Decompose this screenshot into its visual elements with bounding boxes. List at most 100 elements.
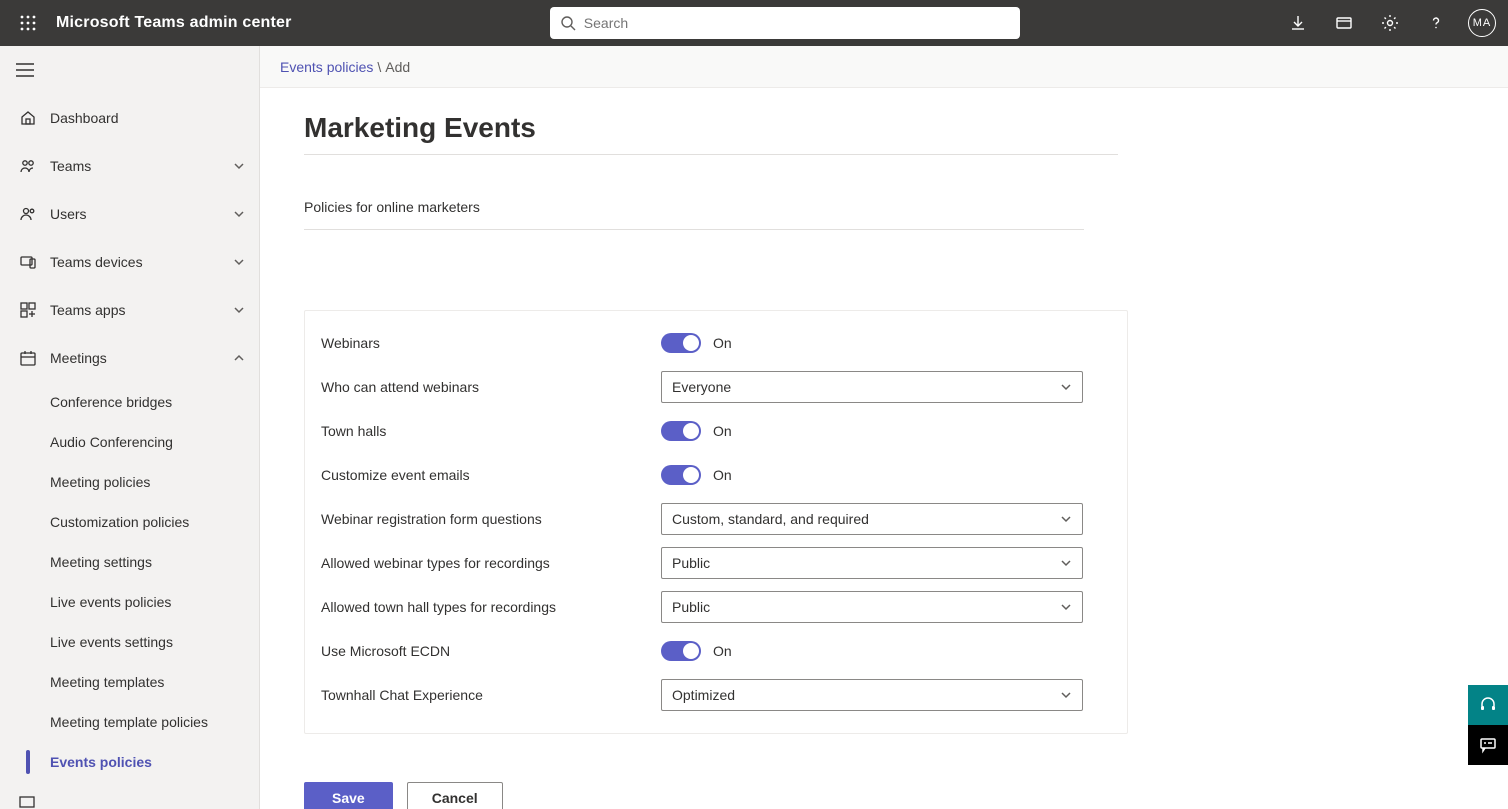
- select-value: Custom, standard, and required: [672, 511, 1060, 527]
- setting-row: Allowed webinar types for recordings Publ…: [321, 541, 1111, 585]
- sidebar-subitem-conference-bridges[interactable]: Conference bridges: [0, 382, 259, 422]
- breadcrumb-separator: \: [377, 59, 381, 75]
- nav-icon: [18, 108, 38, 128]
- sidebar-more: [0, 782, 259, 809]
- sidebar-item-label: Teams: [50, 158, 233, 174]
- breadcrumb-current: Add: [385, 59, 410, 75]
- chevron-down-icon: [1060, 601, 1072, 613]
- sidebar-subitem-meeting-settings[interactable]: Meeting settings: [0, 542, 259, 582]
- setting-row: Townhall Chat Experience Optimized: [321, 673, 1111, 717]
- select-dropdown[interactable]: Optimized: [661, 679, 1083, 711]
- save-button[interactable]: Save: [304, 782, 393, 809]
- setting-row: Webinar registration form questions Custo…: [321, 497, 1111, 541]
- setting-label: Customize event emails: [321, 467, 661, 483]
- download-icon[interactable]: [1278, 0, 1318, 46]
- setting-row: Town halls On: [321, 409, 1111, 453]
- search-icon: [560, 15, 576, 31]
- app-title: Microsoft Teams admin center: [56, 14, 292, 32]
- chevron-down-icon: [233, 160, 245, 172]
- settings-gear-icon[interactable]: [1370, 0, 1410, 46]
- select-dropdown[interactable]: Everyone: [661, 371, 1083, 403]
- help-icon[interactable]: [1416, 0, 1456, 46]
- sidebar-subitem-live-events-settings[interactable]: Live events settings: [0, 622, 259, 662]
- sidebar-subitem-meeting-template-policies[interactable]: Meeting template policies: [0, 702, 259, 742]
- support-headset-icon[interactable]: [1468, 685, 1508, 725]
- sidebar: Dashboard Teams Users Teams devices Teams ap…: [0, 46, 260, 809]
- toggle-switch[interactable]: [661, 333, 701, 353]
- sidebar-subitem-meeting-templates[interactable]: Meeting templates: [0, 662, 259, 702]
- chevron-down-icon: [1060, 689, 1072, 701]
- setting-label: Allowed webinar types for recordings: [321, 555, 661, 571]
- hamburger-icon[interactable]: [16, 63, 34, 77]
- setting-row: Customize event emails On: [321, 453, 1111, 497]
- setting-label: Use Microsoft ECDN: [321, 643, 661, 659]
- select-dropdown[interactable]: Custom, standard, and required: [661, 503, 1083, 535]
- chevron-up-icon: [233, 352, 245, 364]
- nav-icon: [18, 348, 38, 368]
- select-value: Public: [672, 555, 1060, 571]
- setting-label: Allowed town hall types for recordings: [321, 599, 661, 615]
- sidebar-subitem-customization-policies[interactable]: Customization policies: [0, 502, 259, 542]
- setting-row: Allowed town hall types for recordings Pu…: [321, 585, 1111, 629]
- search-box[interactable]: [550, 7, 1020, 39]
- sidebar-item-label: Meetings: [50, 350, 233, 366]
- nav-icon: [18, 300, 38, 320]
- chevron-down-icon: [1060, 513, 1072, 525]
- sidebar-item-teams-devices[interactable]: Teams devices: [0, 238, 259, 286]
- chevron-down-icon: [233, 208, 245, 220]
- breadcrumb: Events policies \ Add: [260, 46, 1508, 88]
- setting-row: Use Microsoft ECDN On: [321, 629, 1111, 673]
- toggle-state-label: On: [713, 643, 732, 659]
- setting-row: Who can attend webinars Everyone: [321, 365, 1111, 409]
- chevron-down-icon: [233, 256, 245, 268]
- toggle-state-label: On: [713, 335, 732, 351]
- select-dropdown[interactable]: Public: [661, 591, 1083, 623]
- sidebar-item-label: Users: [50, 206, 233, 222]
- setting-label: Webinar registration form questions: [321, 511, 661, 527]
- sidebar-subitem-events-policies[interactable]: Events policies: [0, 742, 259, 782]
- sidebar-subitem-meeting-policies[interactable]: Meeting policies: [0, 462, 259, 502]
- toggle-switch[interactable]: [661, 421, 701, 441]
- setting-label: Town halls: [321, 423, 661, 439]
- nav-icon: [18, 793, 36, 809]
- nav-icon: [18, 204, 38, 224]
- toggle-switch[interactable]: [661, 641, 701, 661]
- setting-label: Who can attend webinars: [321, 379, 661, 395]
- sidebar-item-teams[interactable]: Teams: [0, 142, 259, 190]
- sidebar-subitem-audio-conferencing[interactable]: Audio Conferencing: [0, 422, 259, 462]
- nav-icon: [18, 156, 38, 176]
- app-launcher-icon[interactable]: [12, 7, 44, 39]
- toggle-state-label: On: [713, 467, 732, 483]
- sidebar-item-label: Teams apps: [50, 302, 233, 318]
- nav-icon: [18, 252, 38, 272]
- sidebar-item-label: Dashboard: [50, 110, 245, 126]
- feedback-icon[interactable]: [1468, 725, 1508, 765]
- select-value: Public: [672, 599, 1060, 615]
- setting-label: Townhall Chat Experience: [321, 687, 661, 703]
- sidebar-item-teams-apps[interactable]: Teams apps: [0, 286, 259, 334]
- page-description: Policies for online marketers: [304, 199, 1084, 230]
- toggle-switch[interactable]: [661, 465, 701, 485]
- sidebar-subitem-live-events-policies[interactable]: Live events policies: [0, 582, 259, 622]
- select-value: Optimized: [672, 687, 1060, 703]
- app-header: Microsoft Teams admin center: [0, 0, 1508, 46]
- sidebar-item-meetings[interactable]: Meetings: [0, 334, 259, 382]
- chevron-down-icon: [1060, 557, 1072, 569]
- select-value: Everyone: [672, 379, 1060, 395]
- sidebar-item-users[interactable]: Users: [0, 190, 259, 238]
- sidebar-item-dashboard[interactable]: Dashboard: [0, 94, 259, 142]
- setting-label: Webinars: [321, 335, 661, 351]
- promotions-icon[interactable]: [1324, 0, 1364, 46]
- breadcrumb-parent-link[interactable]: Events policies: [280, 59, 373, 75]
- settings-card: Webinars On Who can attend webinars Everyon…: [304, 310, 1128, 734]
- main-content: Events policies \ Add Marketing Events P…: [260, 46, 1508, 809]
- setting-row: Webinars On: [321, 321, 1111, 365]
- page-title: Marketing Events: [304, 112, 1118, 155]
- search-input[interactable]: [584, 15, 1010, 31]
- toggle-state-label: On: [713, 423, 732, 439]
- cancel-button[interactable]: Cancel: [407, 782, 503, 809]
- select-dropdown[interactable]: Public: [661, 547, 1083, 579]
- user-avatar[interactable]: MA: [1468, 9, 1496, 37]
- sidebar-item-label: Teams devices: [50, 254, 233, 270]
- chevron-down-icon: [1060, 381, 1072, 393]
